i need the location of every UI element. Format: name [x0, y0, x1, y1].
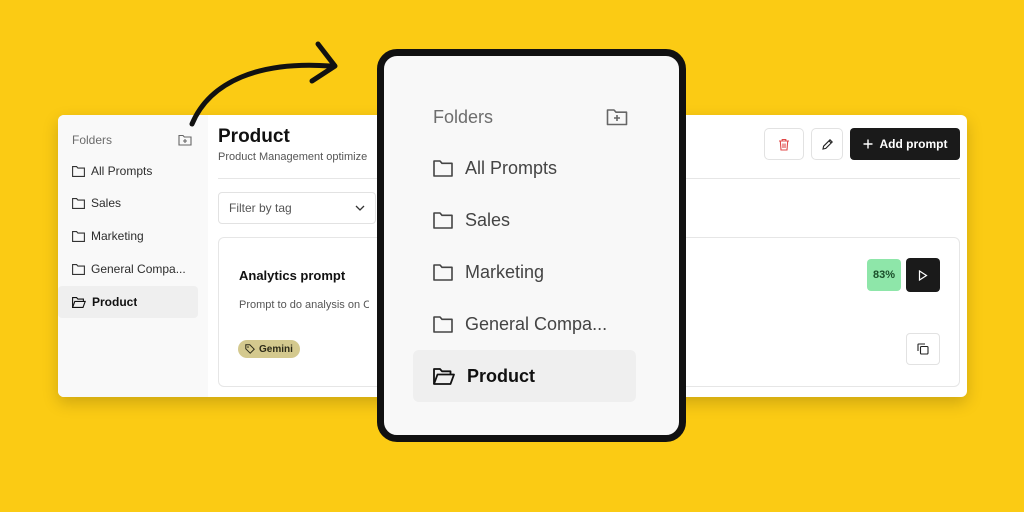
zoom-item-label: Product [467, 365, 536, 386]
sidebar-item-label: Sales [91, 196, 122, 210]
sidebar-header: Folders [72, 132, 192, 148]
sidebar-item-product[interactable]: Product [58, 286, 198, 318]
prompt-description: Prompt to do analysis on C [239, 299, 369, 311]
sidebar: Folders All Prompts Sales Marketing Gene… [58, 115, 208, 397]
tag-filter-select[interactable]: Filter by tag [218, 192, 376, 224]
prompt-title: Analytics prompt [239, 268, 346, 283]
sidebar-item-label: Product [92, 295, 138, 309]
zoom-item-general-company[interactable]: General Compa... [413, 298, 636, 350]
zoom-folders-title: Folders [433, 106, 494, 127]
folder-icon [72, 230, 85, 242]
sidebar-item-marketing[interactable]: Marketing [58, 220, 198, 252]
new-folder-icon[interactable] [178, 134, 192, 146]
tag-label: Gemini [259, 343, 293, 355]
play-icon [918, 269, 928, 281]
zoom-item-sales[interactable]: Sales [413, 194, 636, 246]
folder-open-icon [433, 367, 455, 385]
new-folder-icon[interactable] [606, 108, 628, 126]
folder-icon [72, 165, 85, 177]
zoom-item-product[interactable]: Product [413, 350, 636, 402]
delete-button[interactable] [764, 128, 804, 160]
copy-button[interactable] [906, 333, 940, 365]
pointer-arrow-icon [189, 41, 338, 127]
add-prompt-label: Add prompt [879, 137, 948, 151]
trash-icon [778, 138, 790, 151]
zoomed-sidebar-panel: Folders All Prompts Sales Marketing Gene… [377, 49, 686, 442]
pencil-icon [821, 138, 834, 151]
zoom-item-label: Marketing [465, 261, 545, 282]
chevron-down-icon [355, 205, 365, 211]
sidebar-item-all-prompts[interactable]: All Prompts [58, 155, 198, 187]
folder-icon [433, 211, 453, 229]
sidebar-item-general-company[interactable]: General Compa... [58, 253, 198, 285]
zoom-item-label: General Compa... [465, 313, 608, 334]
folder-icon [433, 315, 453, 333]
run-button[interactable] [906, 258, 940, 292]
folder-icon [72, 197, 85, 209]
tag-icon [245, 344, 255, 354]
edit-button[interactable] [811, 128, 843, 160]
page-subtitle: Product Management optimize [218, 151, 368, 163]
sidebar-item-label: General Compa... [91, 262, 186, 276]
folder-icon [433, 159, 453, 177]
sidebar-item-sales[interactable]: Sales [58, 187, 198, 219]
folder-icon [72, 263, 85, 275]
plus-icon [863, 139, 873, 149]
zoom-item-label: Sales [465, 209, 511, 230]
copy-icon [917, 343, 929, 355]
sidebar-item-label: Marketing [91, 229, 144, 243]
sidebar-title: Folders [72, 133, 113, 147]
add-prompt-button[interactable]: Add prompt [850, 128, 960, 160]
sidebar-item-label: All Prompts [91, 164, 153, 178]
zoom-item-label: All Prompts [465, 157, 558, 178]
score-badge: 83% [867, 259, 901, 291]
folder-open-icon [72, 296, 86, 308]
filter-placeholder: Filter by tag [229, 201, 292, 215]
tag-badge[interactable]: Gemini [238, 340, 300, 358]
zoom-header: Folders [433, 106, 628, 128]
zoom-item-marketing[interactable]: Marketing [413, 246, 636, 298]
zoom-item-all-prompts[interactable]: All Prompts [413, 142, 636, 194]
folder-icon [433, 263, 453, 281]
